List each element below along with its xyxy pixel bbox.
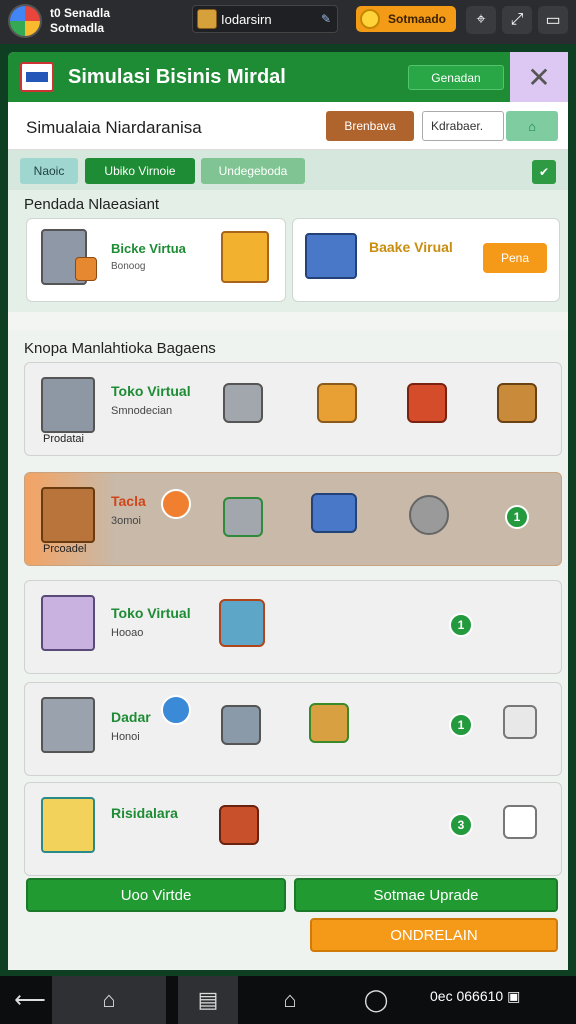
building-icon [41, 377, 95, 433]
count-badge: 1 [449, 613, 473, 637]
upgrade-button[interactable]: Sotmae Uprade [294, 878, 558, 912]
machine-icon [223, 497, 263, 537]
shelf-icon [41, 487, 95, 543]
crate-icon [197, 9, 217, 29]
row-tag: Prcoadel [43, 543, 87, 555]
register-icon [221, 705, 261, 745]
list-item-selected[interactable]: Tacla 3omoi Prcoadel 1 [24, 472, 562, 566]
resource-counter[interactable]: Iodarsirn ✎ [192, 5, 338, 33]
building-icon [41, 697, 95, 753]
resource-label: Iodarsirn [221, 11, 272, 27]
machine-icon [223, 383, 263, 423]
house-icon[interactable]: ⌂ [260, 976, 320, 1024]
profile-info[interactable]: t0 Senadla Sotmadla [50, 6, 110, 36]
count-badge: 1 [505, 505, 529, 529]
count-badge: 1 [449, 713, 473, 737]
row-name: Risidalara [111, 805, 178, 821]
plant-box-icon [309, 703, 349, 743]
list-item[interactable]: Risidalara 3 [24, 782, 562, 876]
back-icon[interactable]: ⟵ [0, 976, 60, 1024]
list-item[interactable]: Toko Virtual Hooao 1 [24, 580, 562, 674]
tools-icon [161, 695, 191, 725]
status-text: 0ec 066610 [430, 988, 504, 1004]
recent-apps-icon[interactable]: ▤ [178, 976, 238, 1024]
row-sub: Honoi [111, 731, 140, 743]
disc-icon [161, 489, 191, 519]
row-sub: 3omoi [111, 515, 141, 527]
basket-icon [497, 383, 537, 423]
chevron-down-icon[interactable]: ✔ [532, 160, 556, 184]
list-item[interactable]: Toko Virtual Smnodecian Prodatai [24, 362, 562, 456]
featured-card-2[interactable]: Baake Virual Pena [292, 218, 560, 302]
row-tag: Prodatai [43, 433, 84, 445]
row-name: Toko Virtual [111, 605, 191, 621]
orange-action-button[interactable]: ONDRELAIN [310, 918, 558, 952]
row-name: Toko Virtual [111, 383, 191, 399]
row-sub: Smnodecian [111, 405, 173, 417]
app-logo-icon[interactable] [8, 4, 42, 38]
card-2-name: Baake Virual [369, 239, 453, 255]
edit-icon: ✎ [320, 12, 331, 26]
section-list-title: Knopa Manlahtioka Bagaens [24, 340, 216, 357]
gear-icon [409, 495, 449, 535]
tab-1[interactable]: Ubiko Virnoie [85, 158, 195, 184]
trophy-box-icon [317, 383, 357, 423]
crosshair-icon[interactable]: ⌖ [466, 6, 496, 34]
profile-subtitle: Sotmadla [50, 21, 105, 35]
page-title: Simulasi Bisinis Mirdal [68, 66, 286, 88]
shop-icon [221, 231, 269, 283]
panel-header: Simulasi Bisinis Mirdal [8, 52, 288, 102]
tab-0[interactable]: Naoic [20, 158, 78, 184]
featured-card-1[interactable]: Bicke Virtua Bonoog [26, 218, 286, 302]
coins-button[interactable]: Sotmaado [356, 6, 456, 32]
expand-icon[interactable]: ⤢ [502, 6, 532, 34]
subheader-title: Simualaia Niardaranisa [26, 118, 202, 137]
crate-icon [407, 383, 447, 423]
count-badge: 3 [449, 813, 473, 837]
status-readout: 0ec 066610 ▣ [430, 988, 520, 1005]
row-sub: Hooao [111, 627, 144, 639]
building-icon [41, 595, 95, 651]
edit-tool-icon [503, 705, 537, 739]
home-icon[interactable]: ⌂ [52, 976, 166, 1024]
tab-2[interactable]: Undegeboda [201, 158, 305, 184]
card-1-sub: Bonoog [111, 261, 146, 272]
coin-icon [360, 9, 380, 29]
notification-icon [503, 805, 537, 839]
search-input[interactable]: Kdrabaer. [422, 111, 504, 141]
screen-icon: ▣ [507, 988, 521, 1004]
box-icon [75, 257, 97, 281]
brown-button[interactable]: Brenbava [326, 111, 414, 141]
shop-building-icon [41, 797, 95, 853]
profile-name: t0 Senadla [50, 6, 111, 20]
header-action-button[interactable]: Genadan [408, 65, 504, 90]
truck-icon [305, 233, 357, 279]
close-icon[interactable]: ✕ [510, 52, 568, 102]
left-action-button[interactable]: Uoo Virtde [26, 878, 286, 912]
row-name: Dadar [111, 709, 151, 725]
window-icon[interactable]: ▭ [538, 6, 568, 34]
flag-icon [20, 62, 54, 92]
truck-icon [311, 493, 357, 533]
card-2-button[interactable]: Pena [483, 243, 547, 273]
coins-label: Sotmaado [388, 12, 447, 26]
crate-icon [219, 805, 259, 845]
list-item[interactable]: Dadar Honoi 1 [24, 682, 562, 776]
row-name: Tacla [111, 493, 146, 509]
section-featured-title: Pendada Nlaeasiant [24, 196, 160, 213]
search-button[interactable]: ⌂ [506, 111, 558, 141]
user-icon[interactable]: ◯ [346, 976, 406, 1024]
shop-icon [219, 599, 265, 647]
card-1-name: Bicke Virtua [111, 241, 186, 256]
